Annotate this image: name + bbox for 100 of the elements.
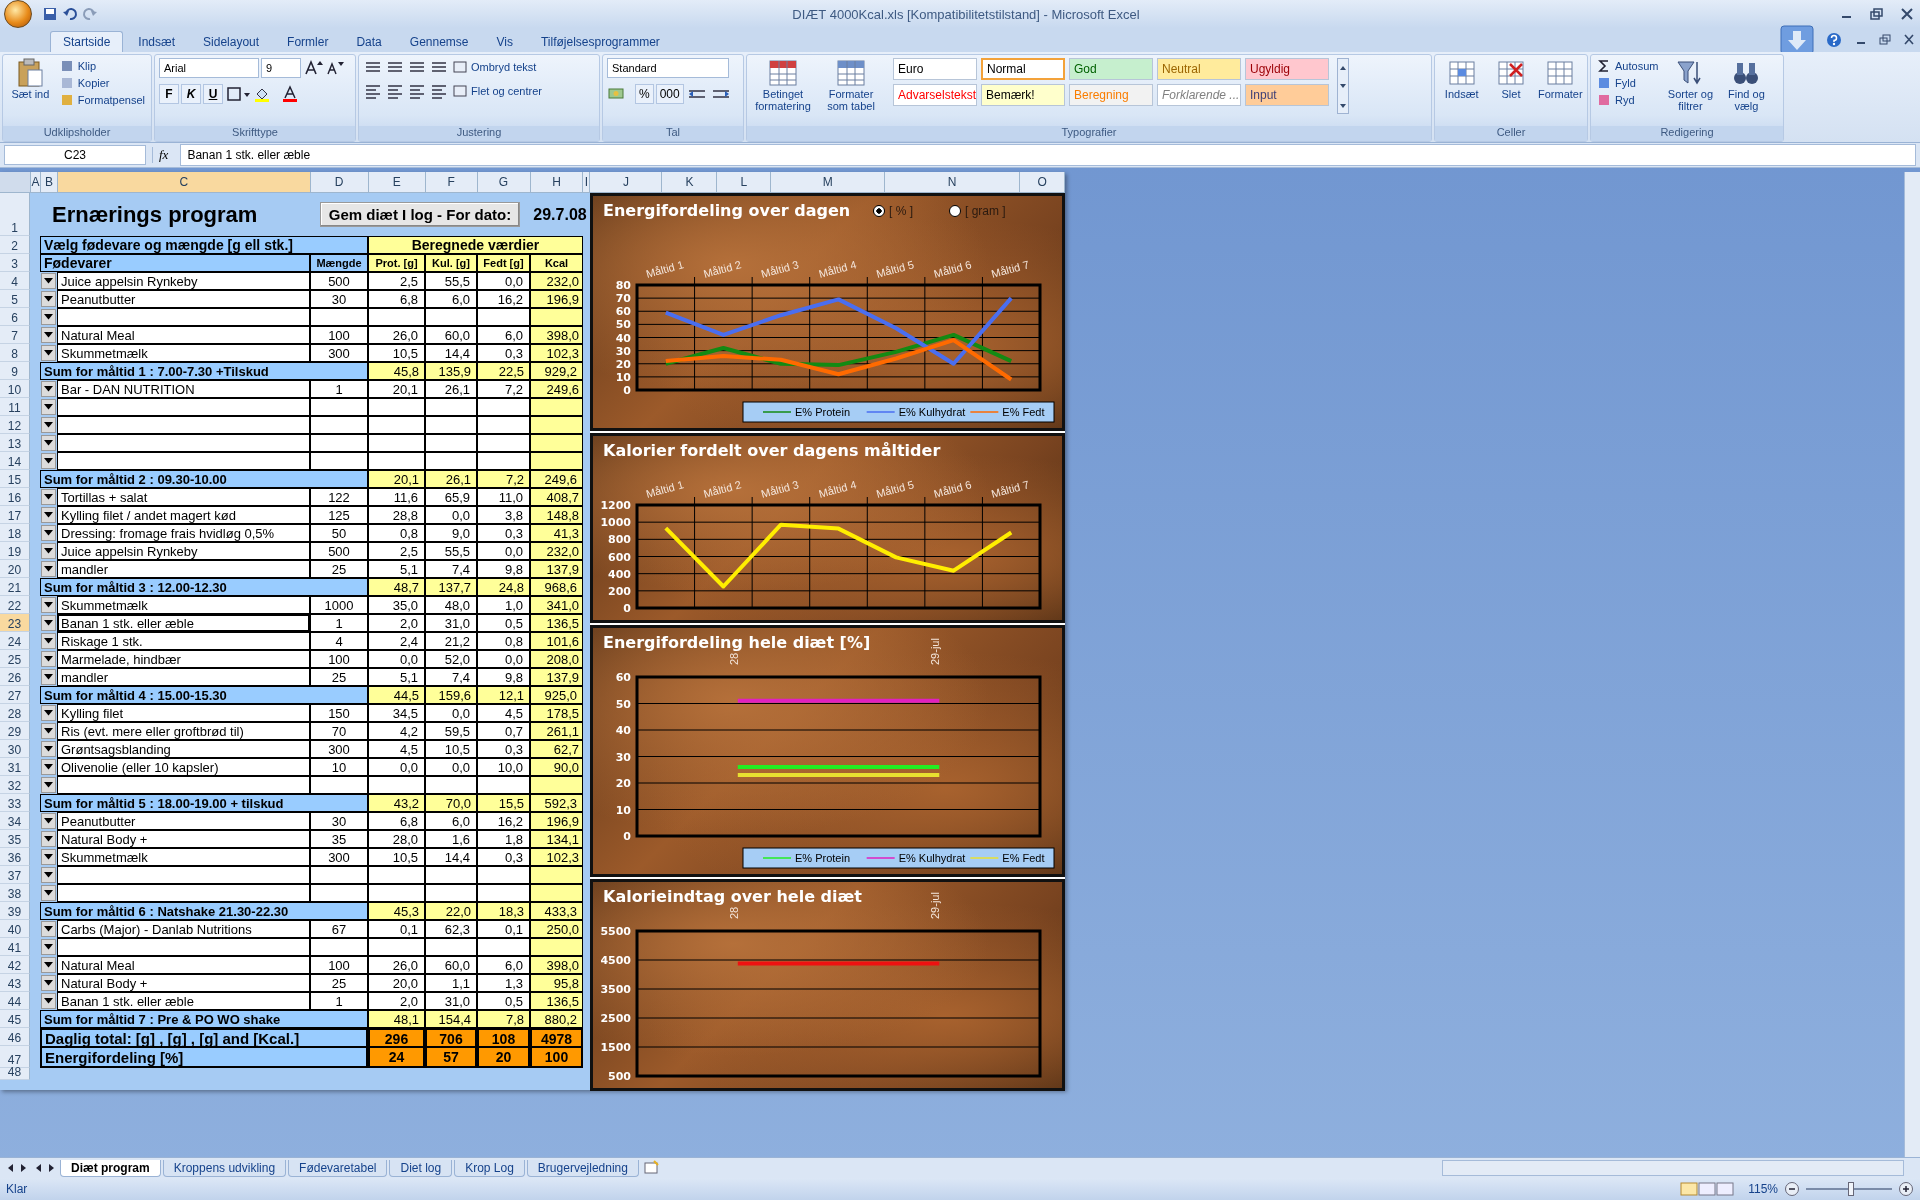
cell-style-button[interactable]: Neutral: [1157, 58, 1241, 80]
dropdown-button[interactable]: [41, 489, 56, 505]
radio-button[interactable]: [873, 205, 885, 217]
row-header[interactable]: 17: [0, 506, 30, 524]
row-header[interactable]: 10: [0, 380, 30, 398]
row-header[interactable]: 28: [0, 704, 30, 722]
office-button[interactable]: [4, 0, 32, 28]
border-icon[interactable]: [225, 85, 251, 103]
row-header[interactable]: 23: [0, 614, 30, 632]
formula-field[interactable]: Banan 1 stk. eller æble: [180, 144, 1916, 166]
dropdown-button[interactable]: [41, 507, 56, 523]
dropdown-button[interactable]: [41, 309, 56, 325]
dropdown-button[interactable]: [41, 867, 56, 883]
table-cell[interactable]: [57, 434, 310, 452]
cell-style-button[interactable]: Euro: [893, 58, 977, 80]
table-cell[interactable]: Kylling filet / andet magert kød: [57, 506, 310, 524]
format-button[interactable]: 000: [655, 84, 684, 104]
ribbon-button[interactable]: Betinget formatering: [751, 58, 815, 112]
table-cell[interactable]: Bar - DAN NUTRITION: [57, 380, 310, 398]
help-icon[interactable]: [1826, 32, 1842, 48]
table-cell[interactable]: [57, 308, 310, 326]
ribbon-tab[interactable]: Gennemse: [396, 31, 482, 52]
row-header[interactable]: 12: [0, 416, 30, 434]
table-cell[interactable]: mandler: [57, 560, 310, 578]
row-header[interactable]: 47: [0, 1046, 30, 1068]
row-header[interactable]: 18: [0, 524, 30, 542]
dropdown-button[interactable]: [41, 669, 56, 685]
ribbon-tab[interactable]: Sidelayout: [190, 31, 273, 52]
table-cell[interactable]: Natural Body +: [57, 974, 310, 992]
cell-style-button[interactable]: Forklarende ...: [1157, 84, 1241, 106]
row-header[interactable]: 30: [0, 740, 30, 758]
ribbon-tab[interactable]: Formler: [274, 31, 342, 52]
dropdown-button[interactable]: [41, 651, 56, 667]
row-header[interactable]: 29: [0, 722, 30, 740]
alignment-icon[interactable]: [407, 82, 427, 100]
ribbon-button[interactable]: Kopier: [57, 75, 147, 91]
column-header[interactable]: D: [310, 172, 369, 192]
row-header[interactable]: 22: [0, 596, 30, 614]
dropdown-button[interactable]: [41, 381, 56, 397]
column-header[interactable]: F: [425, 172, 478, 192]
column-header[interactable]: M: [771, 172, 886, 192]
table-cell[interactable]: Natural Meal: [57, 326, 310, 344]
row-header[interactable]: 48: [0, 1068, 30, 1080]
paste-button[interactable]: Sæt ind: [7, 58, 54, 100]
ribbon-button[interactable]: Autosum: [1595, 58, 1661, 74]
row-header[interactable]: 20: [0, 560, 30, 578]
sheet-tab[interactable]: Kroppens udvikling: [162, 1159, 287, 1177]
dropdown-button[interactable]: [41, 345, 56, 361]
format-button[interactable]: K: [181, 84, 201, 104]
column-header[interactable]: C: [57, 172, 311, 192]
sheet-tab[interactable]: Brugervejledning: [526, 1159, 639, 1177]
dropdown-button[interactable]: [41, 993, 56, 1009]
table-cell[interactable]: Skummetmælk: [57, 344, 310, 362]
row-header[interactable]: 11: [0, 398, 30, 416]
row-header[interactable]: 15: [0, 470, 30, 488]
row-header[interactable]: 14: [0, 452, 30, 470]
row-header[interactable]: 40: [0, 920, 30, 938]
row-header[interactable]: 25: [0, 650, 30, 668]
slider-thumb[interactable]: [1847, 1182, 1854, 1196]
table-cell[interactable]: Juice appelsin Rynkeby: [57, 272, 310, 290]
column-header[interactable]: K: [662, 172, 718, 192]
table-cell[interactable]: Banan 1 stk. eller æble: [57, 992, 310, 1010]
table-cell[interactable]: [57, 884, 310, 902]
zoom-in-icon[interactable]: [1898, 1181, 1914, 1197]
table-cell[interactable]: Peanutbutter: [57, 812, 310, 830]
dropdown-button[interactable]: [41, 705, 56, 721]
vertical-scrollbar[interactable]: [1904, 172, 1920, 1157]
ribbon-button[interactable]: Ryd: [1595, 92, 1661, 108]
table-cell[interactable]: mandler: [57, 668, 310, 686]
ribbon-tab[interactable]: Tilføjelsesprogrammer: [527, 31, 673, 52]
shrink-font-icon[interactable]: [325, 59, 345, 77]
cell-style-button[interactable]: Input: [1245, 84, 1329, 106]
row-header[interactable]: 31: [0, 758, 30, 776]
row-header[interactable]: 4: [0, 272, 30, 290]
table-cell[interactable]: Marmelade, hindbær: [57, 650, 310, 668]
table-cell[interactable]: [57, 398, 310, 416]
radio-button[interactable]: [949, 205, 961, 217]
table-cell[interactable]: Juice appelsin Rynkeby: [57, 542, 310, 560]
table-cell[interactable]: Natural Body +: [57, 830, 310, 848]
table-cell[interactable]: Grøntsagsblanding: [57, 740, 310, 758]
row-header[interactable]: 46: [0, 1028, 30, 1046]
row-header[interactable]: 3: [0, 254, 30, 272]
row-header[interactable]: 32: [0, 776, 30, 794]
name-box[interactable]: C23: [4, 145, 146, 165]
table-cell[interactable]: Skummetmælk: [57, 596, 310, 614]
ribbon-button[interactable]: Ombryd tekst: [451, 59, 539, 75]
dropdown-button[interactable]: [41, 975, 56, 991]
table-cell[interactable]: [57, 776, 310, 794]
row-header[interactable]: 37: [0, 866, 30, 884]
row-header[interactable]: 1: [0, 193, 30, 236]
number-format-field[interactable]: Standard: [607, 58, 729, 78]
table-cell[interactable]: Natural Meal: [57, 956, 310, 974]
cell-style-button[interactable]: Advarselstekst: [893, 84, 977, 106]
zoom-out-icon[interactable]: [1784, 1181, 1800, 1197]
column-header[interactable]: H: [530, 172, 584, 192]
save-icon[interactable]: [42, 6, 58, 22]
row-header[interactable]: 45: [0, 1010, 30, 1028]
dropdown-button[interactable]: [41, 543, 56, 559]
format-button[interactable]: %: [635, 84, 654, 104]
row-header[interactable]: 5: [0, 290, 30, 308]
